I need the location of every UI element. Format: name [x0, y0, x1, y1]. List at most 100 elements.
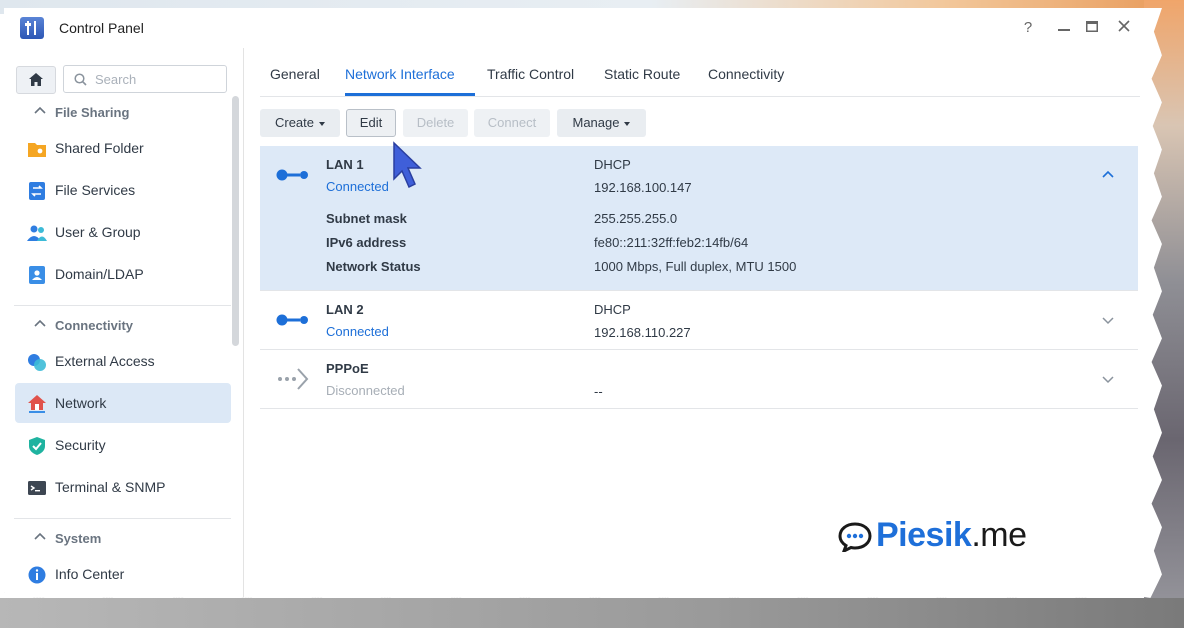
sidebar-item-label: Terminal & SNMP	[55, 479, 166, 495]
shared-folder-icon	[28, 143, 46, 157]
detail-value: 1000 Mbps, Full duplex, MTU 1500	[594, 259, 797, 274]
active-tab-indicator	[345, 93, 475, 96]
section-label: System	[55, 531, 102, 546]
edit-button[interactable]: Edit	[346, 109, 396, 137]
interface-status: Disconnected	[326, 383, 405, 398]
interface-address: --	[594, 384, 603, 399]
terminal-icon	[28, 481, 46, 495]
watermark: Piesik.me	[876, 516, 1027, 555]
sidebar-item-shared-folder[interactable]: Shared Folder	[15, 128, 231, 168]
detail-value: 255.255.255.0	[594, 211, 678, 226]
delete-label: Delete	[416, 115, 455, 130]
interface-address: 192.168.100.147	[594, 180, 692, 195]
watermark-part1: Piesik	[876, 516, 972, 554]
interface-address: 192.168.110.227	[594, 325, 691, 340]
interface-name: PPPoE	[326, 361, 369, 376]
chevron-down-icon[interactable]	[1102, 376, 1114, 384]
sidebar-item-external-access[interactable]: External Access	[15, 341, 231, 381]
interface-mode: DHCP	[594, 157, 631, 172]
control-panel-window: Control Panel ? File Sharing Shared Fold…	[4, 8, 1162, 598]
interface-status: Connected	[326, 179, 389, 194]
create-label: Create	[274, 115, 315, 130]
sidebar-item-label: Shared Folder	[55, 140, 144, 156]
connect-label: Connect	[487, 115, 537, 130]
window-title: Control Panel	[59, 20, 144, 36]
chevron-up-icon	[34, 532, 46, 540]
chevron-down-icon[interactable]	[1102, 317, 1114, 325]
search-icon	[74, 73, 87, 86]
home-button[interactable]	[16, 66, 56, 94]
section-label: Connectivity	[55, 318, 134, 333]
tab-general[interactable]: General	[270, 66, 320, 82]
minimize-icon[interactable]	[1055, 19, 1073, 36]
sidebar-item-label: Network	[55, 395, 107, 411]
close-icon[interactable]	[1115, 19, 1133, 36]
sidebar-item-network[interactable]: Network	[15, 383, 231, 423]
interface-row-pppoe[interactable]: PPPoE Disconnected --	[260, 350, 1138, 409]
sidebar-item-label: External Access	[55, 353, 155, 369]
external-access-icon	[28, 354, 46, 371]
sidebar: File Sharing Shared Folder File Services…	[4, 48, 244, 598]
network-icon	[28, 395, 46, 413]
sidebar-item-file-services[interactable]: File Services	[15, 170, 231, 210]
section-connectivity[interactable]: Connectivity	[14, 311, 229, 341]
search-field[interactable]	[63, 65, 227, 93]
file-services-icon	[29, 182, 45, 200]
mouse-pointer-icon	[393, 141, 422, 189]
interface-name: LAN 2	[326, 302, 364, 317]
section-file-sharing[interactable]: File Sharing	[14, 98, 229, 128]
sidebar-divider	[14, 518, 231, 519]
section-system[interactable]: System	[14, 524, 229, 554]
sidebar-item-label: File Services	[55, 182, 136, 198]
sidebar-item-label: Info Center	[55, 566, 125, 582]
sidebar-item-label: Domain/LDAP	[55, 266, 144, 282]
manage-label: Manage	[572, 115, 620, 130]
user-group-icon	[27, 225, 47, 241]
sidebar-item-domain-ldap[interactable]: Domain/LDAP	[15, 254, 231, 294]
sidebar-divider	[14, 305, 231, 306]
create-button[interactable]: Create	[260, 109, 340, 137]
delete-button[interactable]: Delete	[403, 109, 468, 137]
detail-label: Subnet mask	[326, 211, 407, 226]
domain-ldap-icon	[29, 266, 45, 284]
detail-value: fe80::211:32ff:feb2:14fb/64	[594, 235, 749, 250]
sidebar-item-user-group[interactable]: User & Group	[15, 212, 231, 252]
manage-button[interactable]: Manage	[557, 109, 646, 137]
sidebar-item-info-center[interactable]: Info Center	[15, 554, 231, 594]
tab-connectivity[interactable]: Connectivity	[708, 66, 784, 82]
sidebar-item-security[interactable]: Security	[15, 425, 231, 465]
help-icon[interactable]: ?	[1019, 19, 1037, 36]
sidebar-scrollbar[interactable]	[232, 96, 239, 346]
maximize-icon[interactable]	[1083, 19, 1101, 36]
sidebar-item-label: User & Group	[55, 224, 141, 240]
connect-button[interactable]: Connect	[474, 109, 550, 137]
search-input[interactable]	[95, 70, 215, 88]
title-bar: Control Panel ?	[4, 8, 1162, 48]
disconnected-pppoe-icon	[278, 368, 309, 390]
shield-icon	[29, 437, 45, 455]
sidebar-item-terminal-snmp[interactable]: Terminal & SNMP	[15, 467, 231, 507]
tab-traffic-control[interactable]: Traffic Control	[487, 66, 574, 82]
interface-status: Connected	[326, 324, 389, 339]
chevron-up-icon[interactable]	[1102, 170, 1114, 178]
connected-lan-icon	[276, 314, 308, 326]
sidebar-item-label: Security	[55, 437, 106, 453]
interface-row-lan2[interactable]: LAN 2 Connected DHCP 192.168.110.227	[260, 291, 1138, 350]
detail-label: Network Status	[326, 259, 421, 274]
home-icon	[29, 73, 43, 86]
edit-label: Edit	[359, 115, 383, 130]
connected-lan-icon	[276, 169, 308, 181]
tab-network-interface[interactable]: Network Interface	[345, 66, 455, 82]
watermark-part2: .me	[971, 516, 1027, 554]
chevron-up-icon	[34, 319, 46, 327]
tab-bar: General Network Interface Traffic Contro…	[260, 48, 1140, 97]
caret-down-icon	[319, 121, 326, 126]
caret-down-icon	[624, 121, 631, 126]
control-panel-app-icon	[20, 17, 44, 39]
chevron-up-icon	[34, 106, 46, 114]
interface-name: LAN 1	[326, 157, 364, 172]
detail-label: IPv6 address	[326, 235, 407, 250]
interface-mode: DHCP	[594, 302, 631, 317]
background-desktop-bottom	[0, 598, 1184, 628]
tab-static-route[interactable]: Static Route	[604, 66, 680, 82]
